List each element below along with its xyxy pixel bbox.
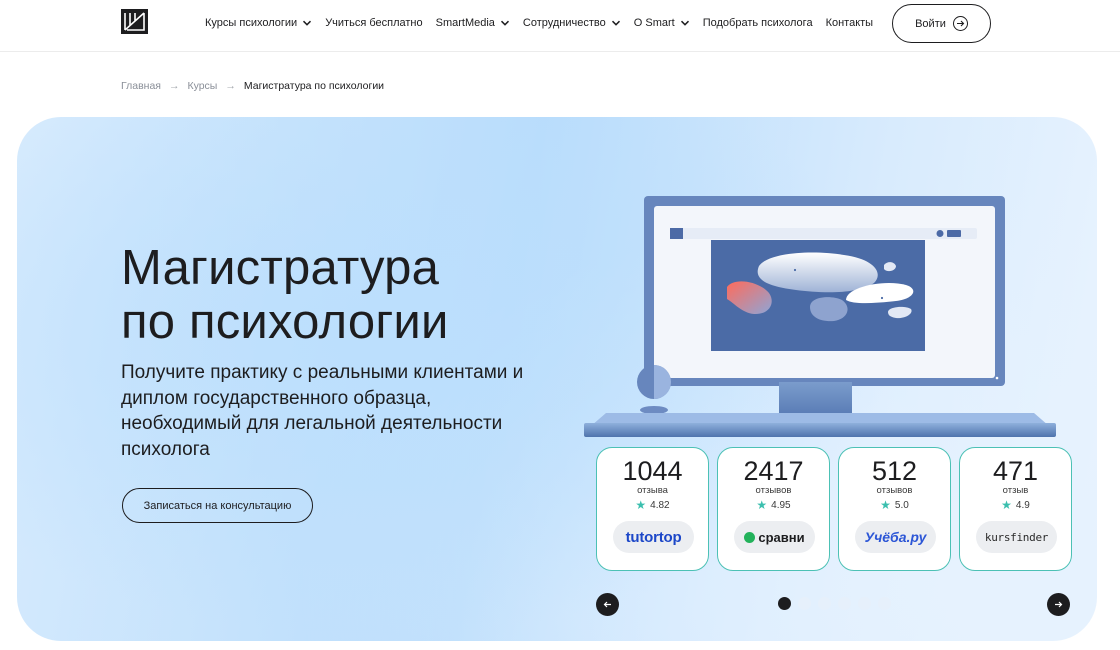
breadcrumb-courses-link[interactable]: Курсы xyxy=(187,80,217,92)
consultation-button-label: Записаться на консультацию xyxy=(143,499,292,512)
rating-value: 4.95 xyxy=(771,499,791,511)
slider-next-button[interactable] xyxy=(1047,593,1070,616)
review-rating: ★ 5.0 xyxy=(839,498,950,512)
brand-logo-kursfinder: kursfinder xyxy=(976,521,1057,553)
chevron-down-icon xyxy=(611,20,620,26)
nav-item-smartmedia[interactable]: SmartMedia xyxy=(436,17,510,29)
nav-item-contacts[interactable]: Контакты xyxy=(826,17,874,29)
review-card-tutortop[interactable]: 1044 отзыва ★ 4.82 tutortop xyxy=(596,447,709,571)
review-card-sravni[interactable]: 2417 отзывов ★ 4.95 сравни xyxy=(717,447,830,571)
review-count: 471 xyxy=(992,456,1039,486)
rating-value: 4.82 xyxy=(650,499,670,511)
slider-dot[interactable] xyxy=(838,597,851,610)
brand-logo-tutortop: tutortop xyxy=(613,521,694,553)
review-cards: 1044 отзыва ★ 4.82 tutortop 2417 отзывов… xyxy=(596,447,1072,571)
breadcrumb: Главная → Курсы → Магистратура по психол… xyxy=(121,80,384,92)
login-button[interactable]: Войти xyxy=(892,4,991,43)
slider-dot[interactable] xyxy=(878,597,891,610)
nav-item-label: Сотрудничество xyxy=(522,17,606,29)
star-icon: ★ xyxy=(635,498,647,512)
breadcrumb-home-link[interactable]: Главная xyxy=(121,80,161,92)
brand-logo-ucheba: Учёба.ру xyxy=(855,521,936,553)
page-title-line1: Магистратура xyxy=(121,241,440,295)
slider-prev-button[interactable] xyxy=(596,593,619,616)
brand-name: Учёба.ру xyxy=(864,529,927,545)
chevron-down-icon xyxy=(303,20,312,26)
breadcrumb-separator: → xyxy=(225,80,236,92)
nav-item-courses[interactable]: Курсы психологии xyxy=(205,17,312,29)
review-count: 512 xyxy=(871,456,918,486)
star-icon: ★ xyxy=(756,498,768,512)
rating-value: 4.9 xyxy=(1015,499,1030,511)
sravni-leaf-icon xyxy=(744,531,756,543)
page-title-line2: по психологии xyxy=(121,295,449,349)
brand-logo-sravni: сравни xyxy=(734,521,815,553)
nav-item-label: Учиться бесплатно xyxy=(325,17,423,29)
arrow-right-icon xyxy=(1055,601,1063,608)
slider-dot[interactable] xyxy=(778,597,791,610)
review-rating: ★ 4.9 xyxy=(960,498,1071,512)
nav-item-free-learning[interactable]: Учиться бесплатно xyxy=(325,17,422,29)
nav-item-label: О Smart xyxy=(633,17,675,29)
review-rating: ★ 4.95 xyxy=(718,498,829,512)
review-label: отзыва xyxy=(637,485,668,496)
nav-item-cooperation[interactable]: Сотрудничество xyxy=(523,17,621,29)
main-nav: Курсы психологии Учиться бесплатно Smart… xyxy=(205,17,886,29)
review-label: отзыв xyxy=(1002,485,1029,496)
chevron-down-icon xyxy=(680,20,689,26)
arrow-left-icon xyxy=(603,601,611,608)
nav-item-label: Подобрать психолога xyxy=(702,17,813,29)
review-label: отзывов xyxy=(755,485,792,496)
login-label: Войти xyxy=(915,17,946,30)
review-card-ucheba[interactable]: 512 отзывов ★ 5.0 Учёба.ру xyxy=(838,447,951,571)
slider-dot[interactable] xyxy=(818,597,831,610)
rating-value: 5.0 xyxy=(894,499,909,511)
brand-name: tutortop xyxy=(625,528,682,546)
nav-item-label: SmartMedia xyxy=(435,17,495,29)
chevron-down-icon xyxy=(500,20,509,26)
consultation-button[interactable]: Записаться на консультацию xyxy=(122,488,313,523)
hero-section: Магистратура по психологии Получите прак… xyxy=(17,117,1097,641)
page-title: Магистратура по психологии xyxy=(121,241,449,349)
slider-dot[interactable] xyxy=(798,597,811,610)
slider-dot[interactable] xyxy=(858,597,871,610)
review-label: отзывов xyxy=(876,485,913,496)
nav-item-label: Курсы психологии xyxy=(205,17,298,29)
nav-item-label: Контакты xyxy=(825,17,874,29)
breadcrumb-current: Магистратура по психологии xyxy=(243,80,385,92)
site-logo-icon[interactable] xyxy=(121,9,148,34)
star-icon: ★ xyxy=(1001,498,1012,512)
slider-dots xyxy=(778,597,891,610)
brand-name: kursfinder xyxy=(984,530,1049,544)
monitor-illustration xyxy=(584,196,1056,437)
site-header: Курсы психологии Учиться бесплатно Smart… xyxy=(0,0,1120,52)
hero-subtitle: Получите практику с реальными клиентами … xyxy=(121,362,524,460)
star-icon: ★ xyxy=(880,498,891,512)
brand-name: сравни xyxy=(758,529,805,545)
breadcrumb-separator: → xyxy=(168,80,180,92)
review-count: 1044 xyxy=(622,456,683,486)
nav-item-find-psychologist[interactable]: Подобрать психолога xyxy=(703,17,813,29)
review-rating: ★ 4.82 xyxy=(597,498,708,512)
nav-item-about[interactable]: О Smart xyxy=(634,17,690,29)
arrow-right-icon xyxy=(952,16,968,31)
review-card-kursfinder[interactable]: 471 отзыв ★ 4.9 kursfinder xyxy=(959,447,1072,571)
review-count: 2417 xyxy=(743,456,804,486)
brand-sravni-wrap: сравни xyxy=(744,529,805,545)
